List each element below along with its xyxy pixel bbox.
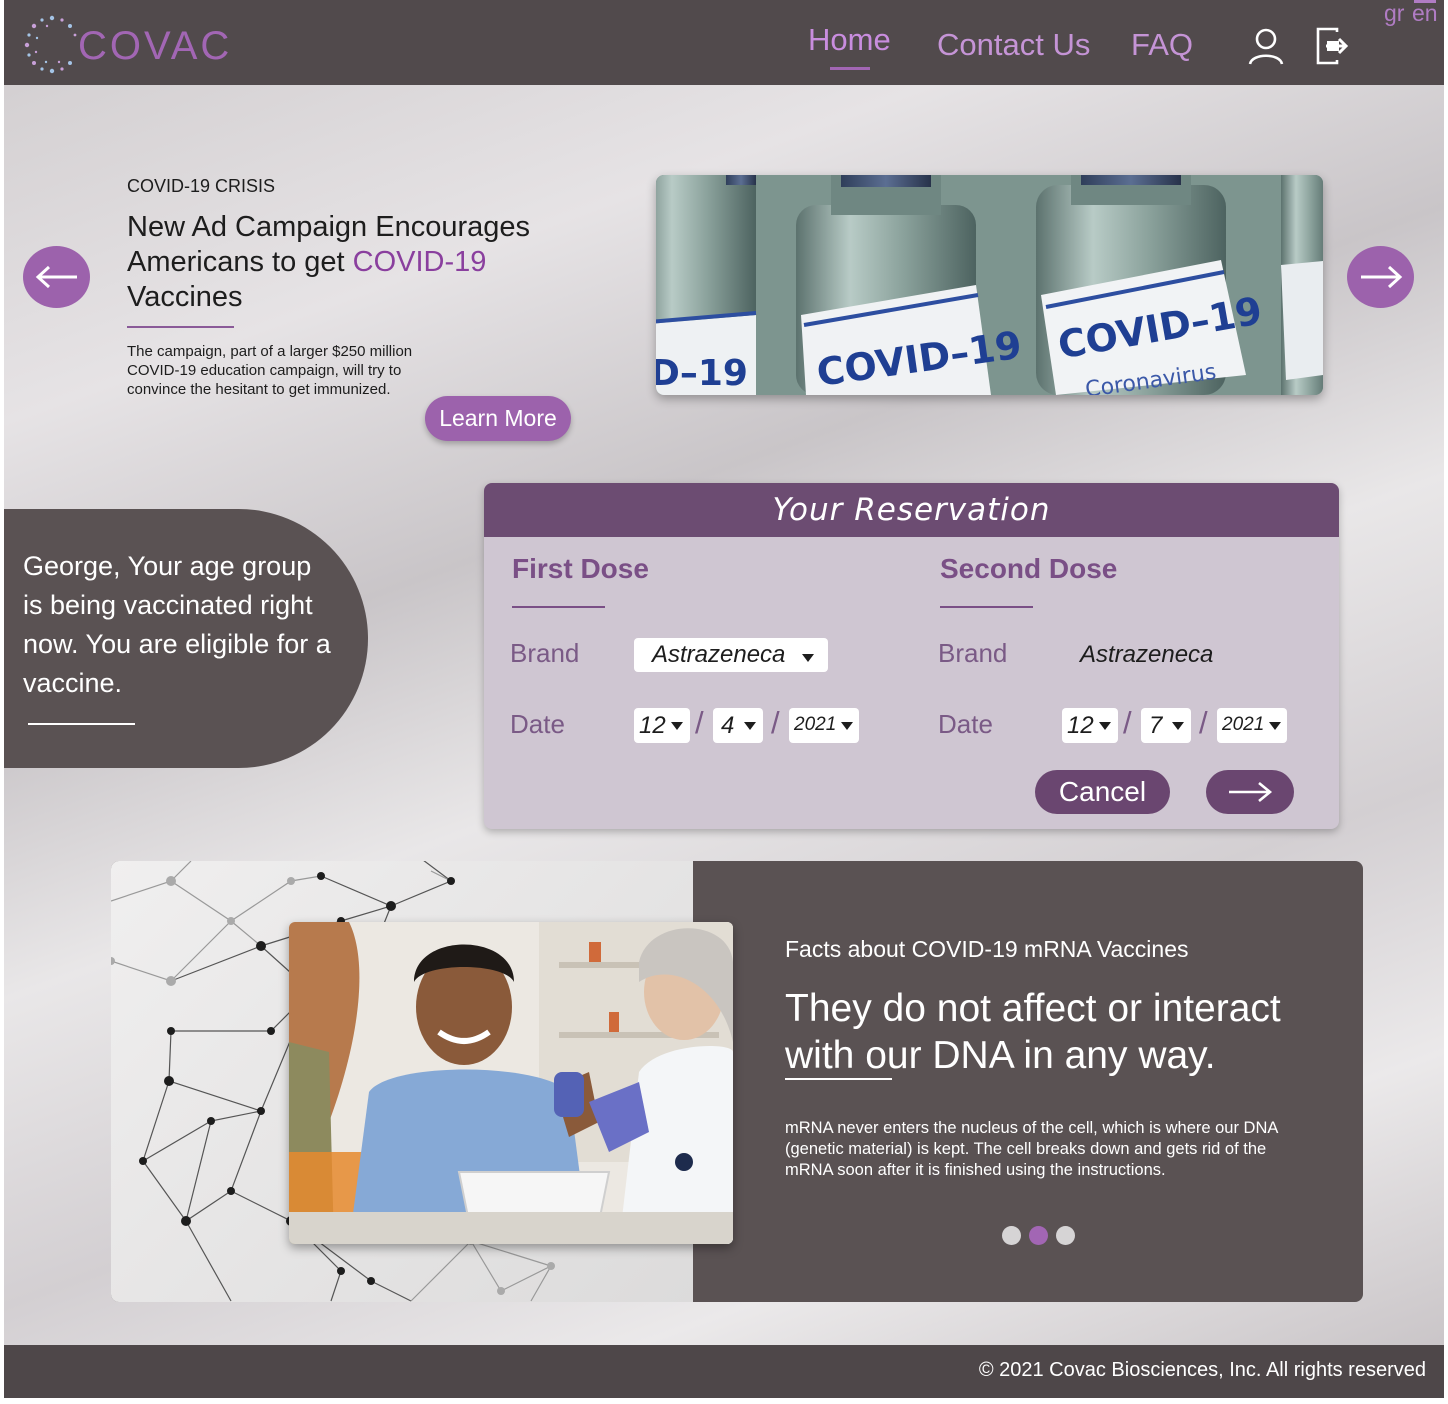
- facts-description: mRNA never enters the nucleus of the cel…: [785, 1119, 1278, 1179]
- first-dose-brand-value: Astrazeneca: [652, 641, 786, 668]
- first-dose-year-select[interactable]: 2021: [789, 708, 859, 743]
- user-profile-icon[interactable]: [1246, 26, 1286, 66]
- hero-headline-part2: Vaccines: [127, 281, 243, 313]
- carousel-dot-1[interactable]: [1002, 1226, 1021, 1245]
- eligibility-divider: [28, 723, 135, 725]
- second-dose-brand-label: Brand: [938, 638, 1008, 668]
- nav-contact-link[interactable]: Contact Us: [937, 27, 1090, 63]
- chevron-down-icon: [1099, 722, 1111, 730]
- first-dose-year-value: 2021: [794, 714, 837, 735]
- chevron-down-icon: [802, 654, 814, 662]
- logo-wordmark: COVAC: [78, 24, 233, 68]
- facts-headline: They do not affect or interact with our …: [785, 987, 1281, 1077]
- carousel-prev-button[interactable]: [23, 246, 90, 308]
- language-gr-option[interactable]: gr: [1384, 0, 1404, 27]
- arrow-right-icon: [1229, 781, 1273, 803]
- first-dose-day-value: 12: [639, 712, 666, 739]
- second-dose-year-value: 2021: [1222, 714, 1265, 735]
- facts-kicker: Facts about COVID-19 mRNA Vaccines: [785, 936, 1189, 962]
- first-dose-month-select[interactable]: 4: [713, 708, 763, 743]
- hero-kicker: COVID-19 CRISIS: [127, 176, 276, 196]
- logo-dots-icon: [24, 15, 77, 74]
- nav-faq-link[interactable]: FAQ: [1131, 27, 1193, 63]
- carousel-next-button[interactable]: [1347, 246, 1414, 308]
- chevron-down-icon: [1172, 722, 1184, 730]
- second-dose-brand-value: Astrazeneca: [1080, 641, 1214, 668]
- facts-section: Facts about COVID-19 mRNA Vaccines They …: [111, 861, 1363, 1302]
- first-dose-day-select[interactable]: 12: [634, 708, 690, 743]
- chevron-down-icon: [841, 722, 853, 730]
- eligibility-message: George, Your age group is being vaccinat…: [23, 551, 331, 698]
- hero-divider: [127, 326, 234, 328]
- date-separator: /: [771, 705, 780, 740]
- reservation-panel: Your Reservation First Dose Brand Astraz…: [484, 483, 1339, 829]
- logout-icon[interactable]: [1315, 26, 1351, 66]
- date-separator: /: [1123, 705, 1132, 740]
- vaccination-scene-illustration: [289, 922, 733, 1244]
- covac-logo[interactable]: COVAC: [22, 14, 229, 74]
- hero-headline: New Ad Campaign Encourages Americans to …: [127, 210, 567, 315]
- chevron-down-icon: [1269, 722, 1281, 730]
- chevron-down-icon: [671, 722, 683, 730]
- arrow-left-icon: [35, 265, 77, 289]
- cancel-button[interactable]: Cancel: [1035, 770, 1170, 814]
- first-dose-date-label: Date: [510, 709, 565, 739]
- vaccine-vials-illustration: D–19 COVID–19 COVID–19 Coronavirus: [656, 175, 1323, 395]
- first-dose-divider: [512, 606, 605, 608]
- second-dose-title: Second Dose: [940, 553, 1118, 584]
- second-dose-month-value: 7: [1149, 712, 1163, 739]
- language-en-option[interactable]: en: [1412, 0, 1438, 27]
- hero-description: The campaign, part of a larger $250 mill…: [127, 343, 413, 398]
- footer: © 2021 Covac Biosciences, Inc. All right…: [4, 1345, 1444, 1398]
- facts-divider: [785, 1078, 892, 1080]
- second-dose-date-label: Date: [938, 709, 993, 739]
- confirm-next-button[interactable]: [1206, 770, 1294, 814]
- carousel-dot-2-active[interactable]: [1029, 1226, 1048, 1245]
- learn-more-button[interactable]: Learn More: [425, 396, 571, 441]
- first-dose-title: First Dose: [512, 553, 649, 584]
- hero-headline-accent: COVID-19: [352, 246, 487, 278]
- carousel-dot-3[interactable]: [1056, 1226, 1075, 1245]
- chevron-down-icon: [744, 722, 756, 730]
- second-dose-day-value: 12: [1067, 712, 1094, 739]
- nav-active-indicator: [830, 67, 870, 70]
- eligibility-card: George, Your age group is being vaccinat…: [4, 509, 368, 768]
- date-separator: /: [695, 705, 704, 740]
- hero-vaccine-image: D–19 COVID–19 COVID–19 Coronavirus: [656, 175, 1323, 395]
- reservation-title: Your Reservation: [484, 483, 1339, 537]
- first-dose-month-value: 4: [721, 712, 735, 739]
- arrow-right-icon: [1360, 265, 1402, 289]
- top-navigation-bar: COVAC Home Contact Us FAQ gr en: [4, 0, 1444, 85]
- page: COVAC Home Contact Us FAQ gr en COVID-19…: [4, 0, 1444, 1398]
- second-dose-divider: [940, 606, 1033, 608]
- vial-label-1: D–19: [656, 353, 748, 394]
- date-separator: /: [1199, 705, 1208, 740]
- nav-home-link[interactable]: Home: [808, 22, 891, 58]
- footer-copyright: © 2021 Covac Biosciences, Inc. All right…: [978, 1359, 1426, 1381]
- vaccination-photo: [289, 922, 733, 1244]
- second-dose-year-select[interactable]: 2021: [1217, 708, 1287, 743]
- second-dose-day-select[interactable]: 12: [1062, 708, 1118, 743]
- second-dose-month-select[interactable]: 7: [1141, 708, 1191, 743]
- first-dose-brand-label: Brand: [510, 638, 580, 668]
- first-dose-brand-select[interactable]: Astrazeneca: [634, 638, 828, 672]
